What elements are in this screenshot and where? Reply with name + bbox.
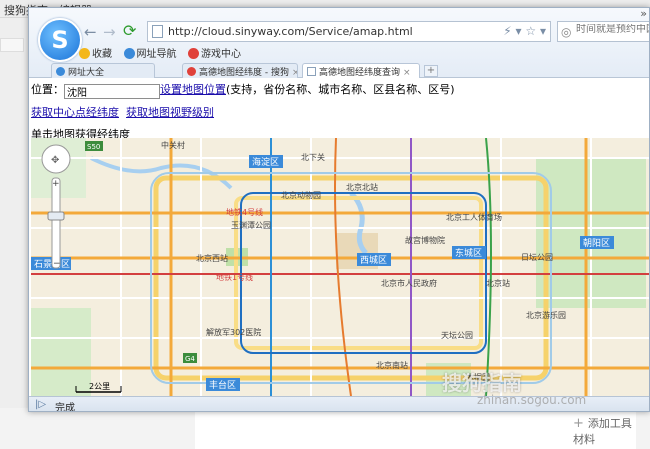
subway-label: 地铁1号线: [216, 272, 253, 282]
place-label: 北京站: [486, 278, 510, 288]
subway-label: 地铁4号线: [226, 207, 263, 217]
place-label: 北京工人体育场: [446, 212, 502, 222]
page-icon: [152, 25, 163, 38]
tab-strip: 网址大全 高德地图经纬度 - 搜狗× 高德地图经纬度查询× +: [29, 61, 649, 78]
position-label: 位置：: [31, 83, 64, 96]
back-arrow-icon[interactable]: ←: [84, 23, 97, 41]
district-label: 东城区: [455, 247, 482, 259]
place-label: 北京市人民政府: [381, 278, 437, 288]
map-canvas[interactable]: 海淀区 西城区 东城区 朝阳区 丰台区 石景山区 北京动物园 北京北站 故: [31, 138, 650, 396]
watermark-url: zhinan.sogou.com: [477, 393, 587, 407]
tab-wangzhi[interactable]: 网址大全: [51, 63, 155, 78]
dropdown-chevron-icon[interactable]: ▾: [516, 24, 522, 38]
bookmark-nav[interactable]: 网址导航: [123, 45, 177, 60]
pan-arrows-icon[interactable]: ✥: [51, 155, 59, 166]
district-label: 海淀区: [252, 156, 279, 168]
bookmarks-bar: 收藏 网址导航 游戏中心: [79, 45, 249, 61]
amap-map[interactable]: 海淀区 西城区 东城区 朝阳区 丰台区 石景山区 北京动物园 北京北站 故: [31, 138, 650, 396]
district-label: 朝阳区: [583, 238, 610, 249]
district-label: 西城区: [360, 255, 387, 266]
place-label: 日坛公园: [521, 252, 553, 262]
page-icon: [307, 67, 316, 76]
park-area: [31, 308, 91, 396]
close-tab-icon[interactable]: ×: [292, 68, 297, 78]
add-material-button[interactable]: + 添加工具材料: [573, 415, 636, 447]
position-hint: (支持，省份名称、城市名称、区县名称、区号): [226, 83, 455, 96]
highway-shield-label: G4: [185, 355, 195, 363]
dropdown-chevron-icon[interactable]: ▾: [540, 24, 546, 38]
position-input[interactable]: [64, 84, 160, 99]
bookmark-games[interactable]: 游戏中心: [188, 45, 241, 60]
tab-sogou-search[interactable]: 高德地图经纬度 - 搜狗×: [182, 63, 298, 78]
set-position-link[interactable]: 设置地图位置: [160, 83, 226, 96]
address-bar[interactable]: http://cloud.sinyway.com/Service/amap.ht…: [147, 21, 551, 42]
place-label: 北京游乐园: [526, 310, 566, 320]
tab-amap-query[interactable]: 高德地图经纬度查询 ×: [302, 63, 420, 78]
game-icon: [188, 48, 199, 59]
watermark-logo: 搜狗指南: [442, 371, 522, 395]
links-row: 获取中心点经纬度 获取地图视野级别: [31, 104, 214, 120]
search-input[interactable]: [576, 24, 649, 35]
add-material-card[interactable]: + 添加工具材料: [195, 408, 636, 449]
position-row: 位置： 设置地图位置(支持，省份名称、城市名称、区县名称、区号): [31, 81, 455, 99]
district-label: 丰台区: [209, 379, 236, 391]
background-panel-bar: [0, 38, 24, 52]
search-box[interactable]: ◎: [557, 21, 649, 42]
star-icon: [79, 48, 90, 59]
background-bottom-area: + 添加工具材料: [0, 408, 650, 449]
highway-shield-label: S50: [87, 143, 100, 151]
place-label: 北京北站: [346, 182, 378, 192]
globe-icon: [123, 48, 135, 59]
background-left-panel: [0, 18, 30, 449]
new-tab-button[interactable]: +: [424, 65, 438, 77]
place-label: 北京南站: [376, 360, 408, 370]
browser-toolbar: S ← → ⟳ ↶ http://cloud.sinyway.com/Servi…: [29, 8, 649, 78]
plus-icon: +: [573, 416, 584, 431]
place-label: 解放军302医院: [206, 327, 261, 337]
collapse-icon[interactable]: »: [640, 8, 647, 20]
sogou-browser-logo-icon[interactable]: S: [38, 18, 82, 62]
place-label: 天坛公园: [441, 330, 473, 340]
globe-icon: [56, 67, 65, 76]
place-label: 玉渊潭公园: [231, 220, 271, 230]
place-label: 故宫博物院: [405, 235, 445, 245]
highway-shields: S50 G4: [85, 141, 197, 363]
status-text: 完成: [55, 403, 75, 412]
zoom-in-icon[interactable]: +: [52, 179, 60, 189]
browser-window: S ← → ⟳ ↶ http://cloud.sinyway.com/Servi…: [28, 7, 650, 412]
place-label: 北京西站: [196, 253, 228, 263]
url-text[interactable]: http://cloud.sinyway.com/Service/amap.ht…: [168, 25, 413, 38]
place-label: 北京动物园: [281, 190, 321, 200]
lightning-icon[interactable]: ⚡: [503, 24, 511, 38]
sidebar-toggle-icon[interactable]: |▷: [35, 399, 46, 410]
get-zoom-link[interactable]: 获取地图视野级别: [126, 106, 214, 119]
bookmark-favorites[interactable]: 收藏: [79, 45, 112, 60]
place-label: 北下关: [301, 152, 325, 162]
sogou-icon: [187, 67, 196, 76]
page-content: 位置： 设置地图位置(支持，省份名称、城市名称、区县名称、区号) 获取中心点经纬度…: [29, 78, 650, 396]
search-engine-icon[interactable]: ◎: [561, 25, 571, 39]
close-tab-icon[interactable]: ×: [403, 68, 411, 78]
star-icon[interactable]: ☆: [525, 24, 536, 38]
zoom-slider-track[interactable]: [51, 177, 61, 269]
zoom-out-icon[interactable]: −: [53, 259, 61, 269]
get-center-link[interactable]: 获取中心点经纬度: [31, 106, 119, 119]
place-label: 中关村: [161, 140, 185, 150]
address-tools[interactable]: ⚡ ▾ ☆ ▾: [503, 24, 546, 38]
refresh-icon[interactable]: ⟳: [123, 21, 136, 40]
map-zoom-control[interactable]: ✥ + −: [41, 144, 71, 269]
scale-label: 2公里: [89, 382, 110, 391]
forward-arrow-icon[interactable]: →: [103, 23, 116, 41]
zoom-slider-handle[interactable]: [47, 211, 65, 221]
subway-labels: 地铁4号线 地铁1号线: [216, 207, 263, 282]
